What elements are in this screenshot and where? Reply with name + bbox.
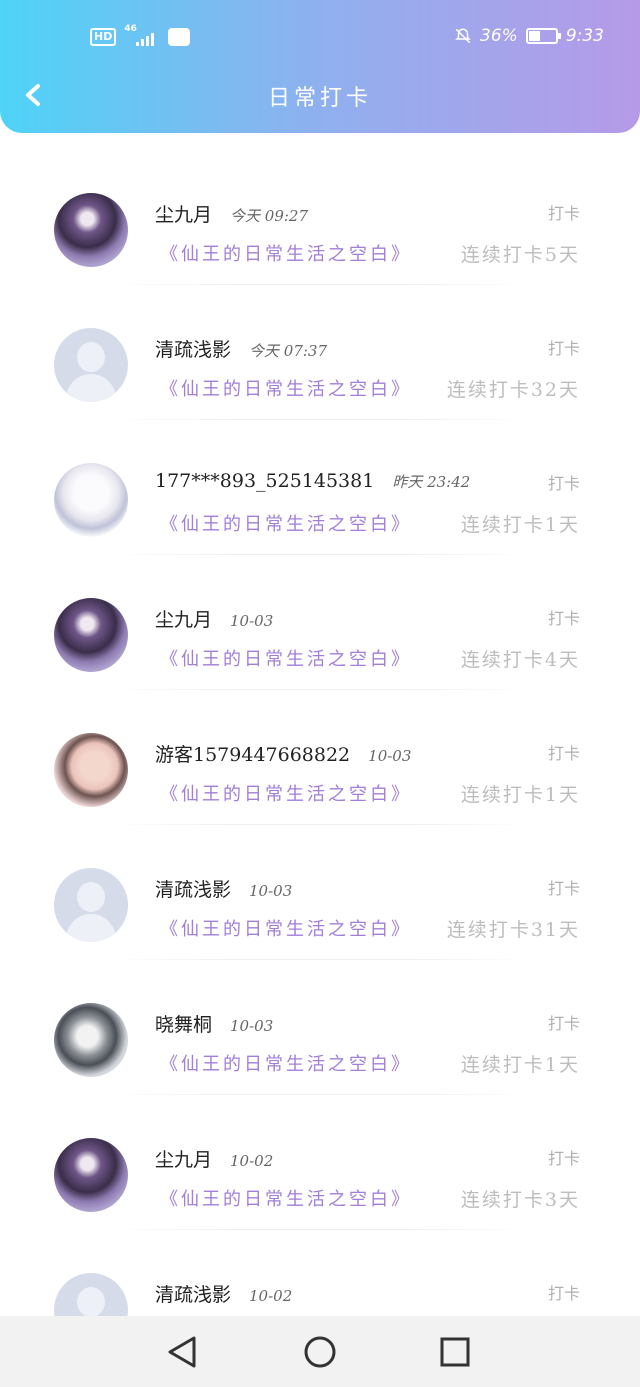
user-name: 尘九月 10-03: [155, 609, 274, 631]
status-left: HD 46: [90, 24, 191, 48]
user-name: 清疏浅影 10-02: [155, 1284, 293, 1306]
list-item[interactable]: 晓舞桐 10-03 打卡 《仙王的日常生活之空白》 连续打卡1天: [0, 960, 640, 1095]
checkin-type: 打卡: [547, 1284, 580, 1303]
book-title-link[interactable]: 《仙王的日常生活之空白》: [160, 915, 412, 941]
avatar[interactable]: [54, 328, 128, 402]
checkin-type: 打卡: [547, 879, 580, 898]
triangle-back-icon: [168, 1336, 196, 1368]
system-nav-bar: [0, 1316, 640, 1387]
signal-bars-icon: [136, 33, 155, 46]
app-notification-icon: [168, 28, 191, 46]
hd-badge: HD: [90, 28, 117, 46]
network-type: 46: [124, 24, 137, 34]
user-name: 游客1579447668822 10-03: [155, 744, 412, 766]
checkin-time: 今天 09:27: [230, 207, 309, 225]
list-item[interactable]: 尘九月 今天 09:27 打卡 《仙王的日常生活之空白》 连续打卡5天: [0, 150, 640, 285]
battery-percent: 36%: [480, 26, 518, 46]
checkin-list: 尘九月 今天 09:27 打卡 《仙王的日常生活之空白》 连续打卡5天 清疏浅影今…: [0, 150, 640, 1365]
book-title-link[interactable]: 《仙王的日常生活之空白》: [160, 240, 412, 266]
checkin-type: 打卡: [547, 474, 580, 493]
checkin-time: 10-02: [230, 1152, 274, 1170]
streak-days: 连续打卡1天: [460, 784, 580, 806]
book-title-link[interactable]: 《仙王的日常生活之空白》: [160, 645, 412, 671]
checkin-type: 打卡: [547, 339, 580, 358]
list-item[interactable]: 尘九月 10-02 打卡 《仙王的日常生活之空白》 连续打卡3天: [0, 1095, 640, 1230]
checkin-time: 10-03: [368, 747, 412, 765]
user-name: 尘九月 今天 09:27: [155, 204, 309, 226]
avatar[interactable]: [54, 868, 128, 942]
avatar[interactable]: [54, 733, 128, 807]
nav-home-button[interactable]: [302, 1334, 338, 1370]
checkin-type: 打卡: [547, 204, 580, 223]
checkin-time: 10-03: [249, 882, 293, 900]
streak-days: 连续打卡4天: [460, 649, 580, 671]
checkin-time: 今天 07:37: [249, 342, 328, 360]
bell-off-icon: [455, 28, 471, 44]
list-item[interactable]: 清疏浅影 10-03 打卡 《仙王的日常生活之空白》 连续打卡31天: [0, 825, 640, 960]
header: HD 46 36% 9:33 日常打卡: [0, 0, 640, 133]
checkin-type: 打卡: [547, 1149, 580, 1168]
book-title-link[interactable]: 《仙王的日常生活之空白》: [160, 510, 412, 536]
streak-days: 连续打卡32天: [446, 379, 580, 401]
avatar[interactable]: [54, 463, 128, 537]
nav-recent-button[interactable]: [437, 1334, 473, 1370]
user-name: 晓舞桐 10-03: [155, 1014, 274, 1036]
circle-home-icon: [304, 1336, 336, 1368]
list-item[interactable]: 177***893_525145381 昨天 23:42 打卡 《仙王的日常生活之…: [0, 420, 640, 555]
square-recent-icon: [440, 1337, 470, 1367]
checkin-time: 10-03: [230, 612, 274, 630]
checkin-time: 10-02: [249, 1287, 293, 1305]
network-signal: 46: [124, 24, 156, 48]
avatar[interactable]: [54, 598, 128, 672]
book-title-link[interactable]: 《仙王的日常生活之空白》: [160, 1050, 412, 1076]
list-item[interactable]: 尘九月 10-03 打卡 《仙王的日常生活之空白》 连续打卡4天: [0, 555, 640, 690]
user-name: 清疏浅影 10-03: [155, 879, 293, 901]
clock: 9:33: [565, 26, 604, 46]
book-title-link[interactable]: 《仙王的日常生活之空白》: [160, 1185, 412, 1211]
streak-days: 连续打卡5天: [460, 244, 580, 266]
checkin-type: 打卡: [547, 1014, 580, 1033]
avatar[interactable]: [54, 1138, 128, 1212]
page-title: 日常打卡: [267, 86, 372, 111]
status-bar: HD 46 36% 9:33: [0, 18, 640, 58]
list-item[interactable]: 清疏浅影 今天 07:37 打卡 《仙王的日常生活之空白》 连续打卡32天: [0, 285, 640, 420]
streak-days: 连续打卡1天: [460, 514, 580, 536]
user-name: 尘九月 10-02: [155, 1149, 274, 1171]
checkin-type: 打卡: [547, 609, 580, 628]
user-name: 177***893_525145381 昨天 23:42: [155, 470, 471, 492]
avatar[interactable]: [54, 193, 128, 267]
user-name: 清疏浅影 今天 07:37: [155, 339, 328, 361]
book-title-link[interactable]: 《仙王的日常生活之空白》: [160, 780, 412, 806]
avatar[interactable]: [54, 1003, 128, 1077]
checkin-time: 10-03: [230, 1017, 274, 1035]
battery-icon: [525, 28, 561, 44]
checkin-type: 打卡: [547, 744, 580, 763]
streak-days: 连续打卡31天: [446, 919, 580, 941]
streak-days: 连续打卡3天: [460, 1189, 580, 1211]
nav-back-button[interactable]: [164, 1334, 200, 1370]
book-title-link[interactable]: 《仙王的日常生活之空白》: [160, 375, 412, 401]
streak-days: 连续打卡1天: [460, 1054, 580, 1076]
status-right: 36% 9:33: [454, 26, 604, 46]
checkin-time: 昨天 23:42: [392, 473, 471, 491]
list-item[interactable]: 游客1579447668822 10-03 打卡 《仙王的日常生活之空白》 连续打…: [0, 690, 640, 825]
